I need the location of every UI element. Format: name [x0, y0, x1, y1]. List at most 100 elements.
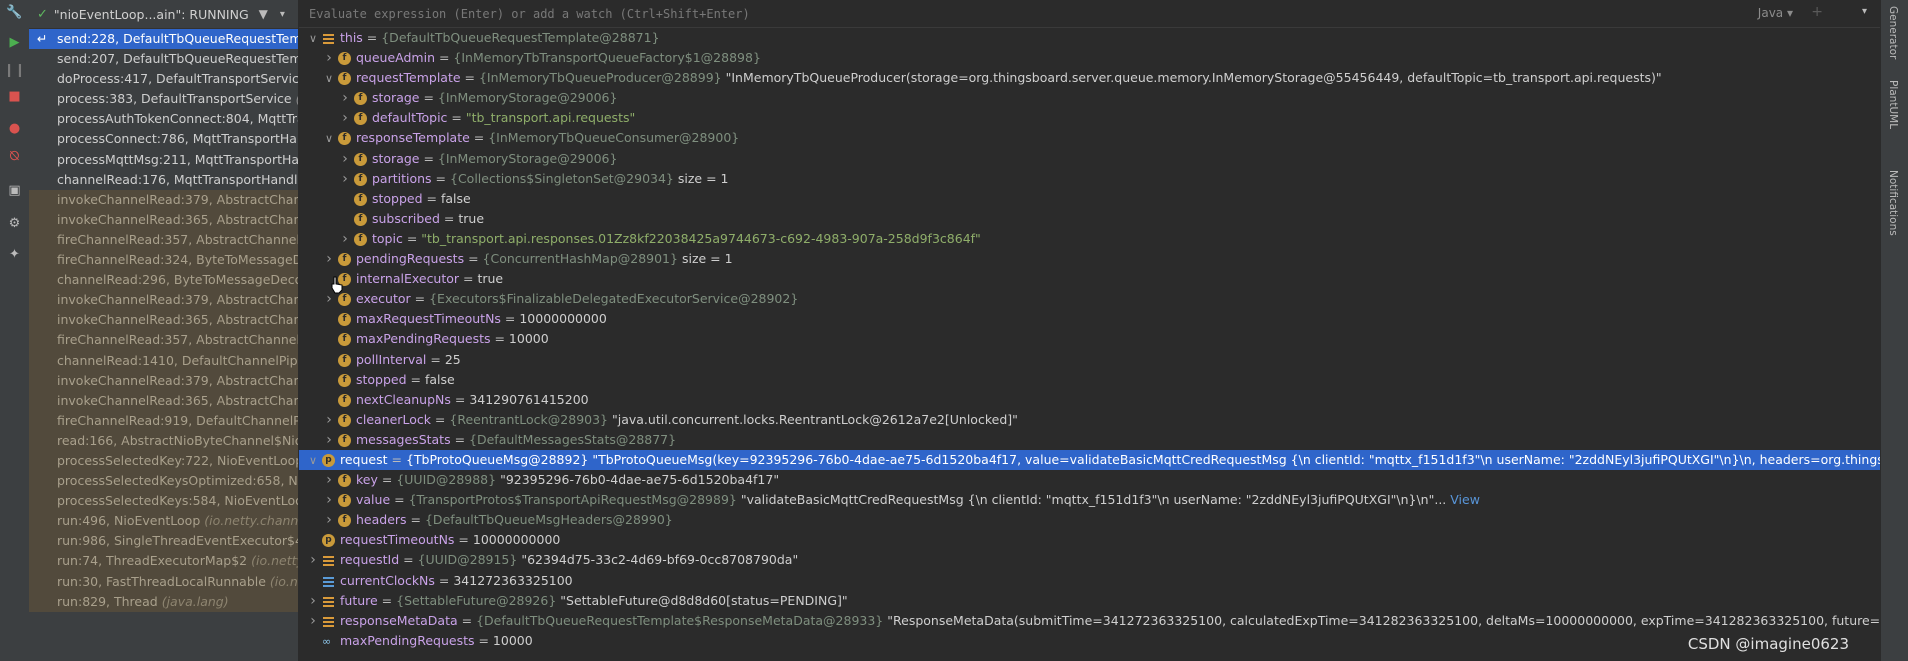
- stack-frame[interactable]: run:829, Thread (java.lang): [29, 591, 298, 612]
- expand-icon[interactable]: ›: [323, 430, 335, 450]
- stack-frame[interactable]: run:986, SingleThreadEventExecutor$4 (io: [29, 531, 298, 552]
- stack-frame[interactable]: processAuthTokenConnect:804, MqttTran: [29, 109, 298, 129]
- add-watch-icon[interactable]: +: [1811, 4, 1823, 20]
- expand-icon[interactable]: ›: [323, 490, 335, 510]
- expand-icon[interactable]: ›: [339, 229, 351, 249]
- variable-row[interactable]: › f storage = {InMemoryStorage@29006}: [299, 88, 1881, 108]
- variable-row[interactable]: › f topic = "tb_transport.api.responses.01…: [299, 229, 1881, 249]
- rail-notifications[interactable]: Notifications: [1887, 170, 1899, 236]
- variable-row[interactable]: › responseMetaData = {DefaultTbQueueReque…: [299, 611, 1881, 631]
- variable-row[interactable]: f subscribed = true: [299, 209, 1881, 229]
- pin-icon[interactable]: ✦: [6, 246, 23, 263]
- variable-row[interactable]: › requestId = {UUID@28915} "62394d75-33c2…: [299, 550, 1881, 570]
- variable-row[interactable]: › f headers = {DefaultTbQueueMsgHeaders@28…: [299, 510, 1881, 530]
- expand-icon[interactable]: ›: [339, 149, 351, 169]
- variable-row[interactable]: p requestTimeoutNs = 10000000000: [299, 530, 1881, 550]
- evaluate-expression-input[interactable]: [307, 5, 1511, 22]
- variable-row[interactable]: › future = {SettableFuture@28926} "Settab…: [299, 591, 1881, 611]
- stack-frame[interactable]: invokeChannelRead:379, AbstractChannel: [29, 290, 298, 311]
- stack-frame[interactable]: fireChannelRead:357, AbstractChannelHa: [29, 330, 298, 351]
- variable-row[interactable]: f pollInterval = 25: [299, 350, 1881, 370]
- variable-row[interactable]: › f messagesStats = {DefaultMessagesStats@…: [299, 430, 1881, 450]
- variable-row[interactable]: ∨ this = {DefaultTbQueueRequestTemplate@2…: [299, 28, 1881, 48]
- collapse-icon[interactable]: ∨: [323, 69, 335, 88]
- filter-icon[interactable]: ▼: [259, 7, 268, 21]
- stack-frame[interactable]: invokeChannelRead:379, AbstractChannel: [29, 370, 298, 391]
- stack-frame[interactable]: processSelectedKey:722, NioEventLoop (: [29, 450, 298, 472]
- variable-row[interactable]: f maxPendingRequests = 10000: [299, 329, 1881, 349]
- chevron-down-icon[interactable]: ▾: [280, 9, 285, 20]
- stack-frame[interactable]: processSelectedKeys:584, NioEventLoop: [29, 491, 298, 512]
- expand-icon[interactable]: ›: [307, 591, 319, 611]
- stack-frame[interactable]: channelRead:1410, DefaultChannelPipeline: [29, 350, 298, 371]
- stack-frame[interactable]: doProcess:417, DefaultTransportServic: [29, 69, 298, 89]
- expand-icon[interactable]: ›: [339, 169, 351, 189]
- stop-icon[interactable]: ■: [6, 88, 23, 105]
- stack-frame[interactable]: run:30, FastThreadLocalRunnable (io.nett…: [29, 571, 298, 592]
- view-link[interactable]: View: [1450, 492, 1480, 507]
- variable-row[interactable]: › f queueAdmin = {InMemoryTbTransportQueue…: [299, 48, 1881, 68]
- stack-frame[interactable]: fireChannelRead:357, AbstractChannelHa: [29, 229, 298, 251]
- camera-icon[interactable]: ▣: [6, 182, 23, 199]
- expand-icon[interactable]: ›: [323, 410, 335, 430]
- stack-frame[interactable]: channelRead:176, MqttTransportHandler: [29, 170, 298, 190]
- collapse-icon[interactable]: ∨: [307, 451, 319, 470]
- stack-frame[interactable]: processSelectedKeysOptimized:658, NioE: [29, 471, 298, 492]
- collapse-icon[interactable]: ∨: [307, 29, 319, 48]
- variable-row[interactable]: › f partitions = {Collections$SingletonSet…: [299, 169, 1881, 189]
- stack-frame[interactable]: processMqttMsg:211, MqttTransportHan: [29, 150, 298, 170]
- resume-icon[interactable]: ▶: [6, 34, 23, 51]
- stack-frame[interactable]: read:166, AbstractNioByteChannel$NioBy: [29, 430, 298, 451]
- variable-row[interactable]: f stopped = false: [299, 370, 1881, 390]
- variable-row[interactable]: › f key = {UUID@28988} "92395296-76b0-4dae…: [299, 470, 1881, 490]
- stack-frame[interactable]: run:496, NioEventLoop (io.netty.channel.…: [29, 511, 298, 532]
- variable-row[interactable]: › f cleanerLock = {ReentrantLock@28903} "j…: [299, 410, 1881, 430]
- gear-icon[interactable]: ⚙: [6, 215, 23, 232]
- variable-row[interactable]: f nextCleanupNs = 341290761415200: [299, 390, 1881, 410]
- variable-row[interactable]: › f executor = {Executors$FinalizableDeleg…: [299, 289, 1881, 309]
- stack-frame[interactable]: run:74, ThreadExecutorMap$2 (io.netty.ut: [29, 551, 298, 572]
- stack-frame[interactable]: invokeChannelRead:365, AbstractChannel: [29, 310, 298, 331]
- expand-icon[interactable]: ›: [307, 550, 319, 570]
- stack-frame[interactable]: processConnect:786, MqttTransportHand: [29, 129, 298, 149]
- language-selector[interactable]: Java ▾: [1758, 6, 1793, 20]
- expand-icon[interactable]: ›: [323, 48, 335, 68]
- stack-frame[interactable]: invokeChannelRead:365, AbstractChannel: [29, 209, 298, 230]
- rail-generator[interactable]: Generator: [1887, 6, 1899, 59]
- stack-frame[interactable]: fireChannelRead:919, DefaultChannelPipel: [29, 410, 298, 431]
- wrench-icon[interactable]: 🔧: [6, 4, 23, 21]
- expand-icon[interactable]: ›: [323, 249, 335, 269]
- variable-row[interactable]: ∨ p request = {TbProtoQueueMsg@28892} "TbP…: [299, 449, 1881, 471]
- thread-selector[interactable]: ✓ "nioEventLoop...ain": RUNNING ▼ ▾: [29, 0, 298, 29]
- expand-icon[interactable]: ›: [323, 510, 335, 530]
- variable-row[interactable]: › f storage = {InMemoryStorage@29006}: [299, 149, 1881, 169]
- local-variable-icon: [322, 615, 335, 628]
- stack-frame[interactable]: fireChannelRead:324, ByteToMessageDec: [29, 250, 298, 271]
- variable-row[interactable]: ∨ f requestTemplate = {InMemoryTbQueueProd…: [299, 68, 1881, 88]
- variable-row[interactable]: f internalExecutor = true: [299, 269, 1881, 289]
- expand-icon[interactable]: ›: [339, 108, 351, 128]
- view-breakpoints-icon[interactable]: ●: [6, 120, 23, 137]
- stack-frame[interactable]: invokeChannelRead:379, AbstractChannel: [29, 189, 298, 210]
- chevron-down-icon[interactable]: ▾: [1862, 6, 1867, 17]
- stack-frame[interactable]: process:383, DefaultTransportService (or…: [29, 89, 298, 109]
- stack-frame[interactable]: channelRead:296, ByteToMessageDecode: [29, 270, 298, 291]
- variable-row[interactable]: f maxRequestTimeoutNs = 10000000000: [299, 309, 1881, 329]
- variable-row[interactable]: › f value = {TransportProtos$TransportApiR…: [299, 490, 1881, 510]
- collapse-icon[interactable]: ∨: [323, 129, 335, 148]
- expand-icon[interactable]: ›: [323, 470, 335, 490]
- expand-icon[interactable]: ›: [339, 88, 351, 108]
- expand-icon[interactable]: ›: [307, 611, 319, 631]
- variable-row[interactable]: f stopped = false: [299, 189, 1881, 209]
- stack-frame[interactable]: send:207, DefaultTbQueueRequestTempla: [29, 49, 298, 69]
- variable-row[interactable]: ∨ f responseTemplate = {InMemoryTbQueueCon…: [299, 128, 1881, 148]
- rail-plantuml[interactable]: PlantUML: [1887, 80, 1899, 129]
- variable-row[interactable]: currentClockNs = 341272363325100: [299, 571, 1881, 591]
- variable-row[interactable]: › f defaultTopic = "tb_transport.api.reque…: [299, 108, 1881, 128]
- variable-row[interactable]: ∞ maxPendingRequests = 10000: [299, 631, 1881, 651]
- pause-icon[interactable]: ❙❙: [4, 62, 26, 79]
- stack-frame[interactable]: ↵ send:228, DefaultTbQueueRequestTempla: [29, 29, 298, 50]
- stack-frame[interactable]: invokeChannelRead:365, AbstractChannel: [29, 390, 298, 411]
- variable-row[interactable]: › f pendingRequests = {ConcurrentHashMap@2…: [299, 249, 1881, 269]
- mute-breakpoints-icon[interactable]: ⦰: [6, 148, 23, 165]
